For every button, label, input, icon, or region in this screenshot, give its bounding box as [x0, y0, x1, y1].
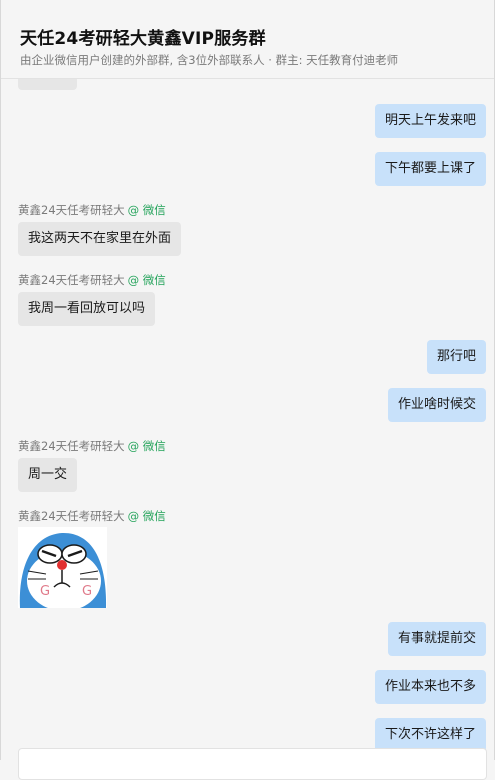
- wechat-tag: @ 微信: [127, 203, 166, 217]
- message-bubble-outgoing[interactable]: 下午都要上课了: [374, 152, 486, 186]
- sender-label: 黄鑫24天任考研轻大 @ 微信: [18, 272, 166, 288]
- message-bubble-incoming[interactable]: 我这两天不在家里在外面: [18, 222, 182, 256]
- message-bubble-incoming[interactable]: 周一交: [18, 458, 78, 492]
- message-bubble-outgoing[interactable]: 明天上午发来吧: [374, 104, 486, 138]
- sender-label: 黄鑫24天任考研轻大 @ 微信: [18, 508, 166, 524]
- message-list[interactable]: 明天上午发来吧 下午都要上课了 黄鑫24天任考研轻大 @ 微信 我这两天不在家里在…: [1, 0, 494, 780]
- sender-name[interactable]: 黄鑫24天任考研轻大: [18, 203, 125, 217]
- sender-label: 黄鑫24天任考研轻大 @ 微信: [18, 438, 166, 454]
- chat-subtitle: 由企业微信用户创建的外部群, 含3位外部联系人 · 群主: 天任教育付迪老师: [20, 53, 399, 67]
- sticker-image[interactable]: G G: [18, 527, 107, 608]
- wechat-tag: @ 微信: [127, 273, 166, 287]
- message-bubble-incoming[interactable]: 我周一看回放可以吗: [18, 292, 156, 326]
- chat-title: 天任24考研轻大黄鑫VIP服务群: [20, 29, 266, 49]
- message-bubble-outgoing[interactable]: 那行吧: [426, 340, 486, 374]
- sender-label: 黄鑫24天任考研轻大 @ 微信: [18, 202, 166, 218]
- message-bubble-outgoing[interactable]: 作业本来也不多: [374, 670, 486, 704]
- wechat-tag: @ 微信: [127, 439, 166, 453]
- chat-header: 天任24考研轻大黄鑫VIP服务群 由企业微信用户创建的外部群, 含3位外部联系人…: [1, 0, 494, 79]
- message-bubble-outgoing[interactable]: 有事就提前交: [387, 622, 486, 656]
- svg-text:G: G: [40, 584, 50, 599]
- message-bubble-outgoing[interactable]: 下次不许这样了: [374, 718, 486, 752]
- sender-name[interactable]: 黄鑫24天任考研轻大: [18, 439, 125, 453]
- message-bubble-outgoing[interactable]: 作业啥时候交: [387, 388, 486, 422]
- sender-name[interactable]: 黄鑫24天任考研轻大: [18, 509, 125, 523]
- sender-name[interactable]: 黄鑫24天任考研轻大: [18, 273, 125, 287]
- svg-text:G: G: [82, 584, 92, 599]
- wechat-tag: @ 微信: [127, 509, 166, 523]
- message-input[interactable]: [18, 748, 487, 780]
